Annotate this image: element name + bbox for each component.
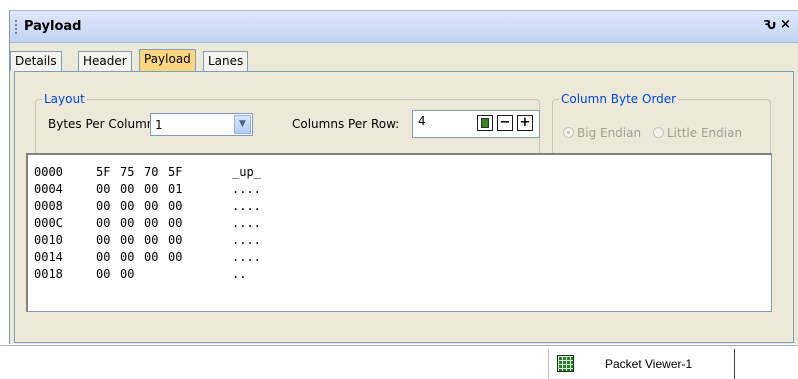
byte-order-legend: Column Byte Order	[559, 92, 679, 106]
hex-byte: 01	[168, 182, 183, 196]
divider	[0, 345, 798, 346]
hex-byte: 70	[144, 165, 159, 179]
hex-byte: 00	[120, 267, 135, 281]
hex-byte: 00	[144, 216, 159, 230]
layout-legend: Layout	[42, 92, 87, 106]
hex-byte: 00	[120, 233, 135, 247]
document-tab-label: Packet Viewer-1	[605, 357, 693, 371]
hex-byte: 00	[96, 199, 111, 213]
hex-row: 0018 00 00 ..	[34, 267, 246, 284]
bytes-per-column-select[interactable]: 1 ▼	[150, 113, 253, 136]
calculator-icon[interactable]	[477, 115, 493, 131]
hex-ascii: ....	[232, 250, 261, 264]
bytes-per-column-value: 1	[155, 118, 163, 132]
columns-per-row-stepper[interactable]: 4 − +	[412, 110, 540, 138]
hex-byte: 00	[120, 216, 135, 230]
increment-button[interactable]: +	[517, 115, 533, 131]
hex-byte: 00	[120, 250, 135, 264]
hex-byte: 00	[144, 182, 159, 196]
hex-byte: 00	[96, 250, 111, 264]
hex-byte: 00	[168, 250, 183, 264]
hex-byte: 00	[96, 216, 111, 230]
hex-row: 0008 00 00 00 00 ....	[34, 199, 261, 216]
hex-ascii: ....	[232, 199, 261, 213]
hex-byte: 5F	[168, 165, 183, 179]
little-endian-label: Little Endian	[667, 126, 743, 140]
radio-dot	[653, 127, 664, 138]
hex-ascii: _up_	[232, 165, 261, 179]
decrement-button[interactable]: −	[497, 115, 513, 131]
hex-byte: 00	[96, 267, 111, 281]
hex-ascii: ....	[232, 216, 261, 230]
chevron-down-icon[interactable]: ▼	[234, 115, 251, 134]
hex-offset: 0018	[34, 267, 63, 281]
big-endian-label: Big Endian	[577, 126, 642, 140]
columns-per-row-label: Columns Per Row:	[292, 117, 400, 131]
hex-byte: 00	[168, 199, 183, 213]
hex-row: 0014 00 00 00 00 ....	[34, 250, 261, 267]
document-tab-packet-viewer[interactable]: Packet Viewer-1	[548, 349, 735, 379]
hex-dump-view[interactable]: 0000 5F 75 70 5F _up_ 0004 00 00 00 01 .…	[26, 153, 772, 312]
columns-per-row-value[interactable]: 4	[418, 114, 426, 128]
hex-offset: 0014	[34, 250, 63, 264]
hex-byte: 00	[144, 250, 159, 264]
hex-byte: 00	[144, 233, 159, 247]
hex-offset: 0008	[34, 199, 63, 213]
hex-offset: 0004	[34, 182, 63, 196]
grid-icon	[557, 355, 574, 372]
tab-header[interactable]: Header	[78, 51, 132, 71]
tab-details[interactable]: Details	[10, 51, 62, 71]
pin-icon[interactable]: Ԅ	[763, 18, 776, 32]
close-icon[interactable]: ×	[780, 17, 791, 32]
hex-ascii: ....	[232, 233, 261, 247]
hex-ascii: ....	[232, 182, 261, 196]
hex-byte: 00	[144, 199, 159, 213]
hex-offset: 000C	[34, 216, 63, 230]
hex-row: 0004 00 00 00 01 ....	[34, 182, 261, 199]
hex-byte: 5F	[96, 165, 111, 179]
hex-row: 0010 00 00 00 00 ....	[34, 233, 261, 250]
hex-ascii: ..	[232, 267, 247, 281]
hex-byte: 00	[96, 233, 111, 247]
hex-byte: 00	[96, 182, 111, 196]
tab-payload[interactable]: Payload	[139, 49, 196, 71]
hex-offset: 0000	[34, 165, 63, 179]
drag-grip[interactable]	[15, 20, 17, 34]
hex-byte: 00	[120, 182, 135, 196]
panel-titlebar: Payload Ԅ ×	[10, 11, 798, 43]
hex-byte: 00	[168, 233, 183, 247]
panel-title: Payload	[24, 19, 82, 34]
tab-lanes[interactable]: Lanes	[203, 51, 249, 71]
hex-byte: 00	[168, 216, 183, 230]
bytes-per-column-label: Bytes Per Column:	[48, 117, 159, 131]
hex-offset: 0010	[34, 233, 63, 247]
hex-byte: 00	[120, 199, 135, 213]
hex-row: 0000 5F 75 70 5F _up_	[34, 165, 261, 182]
hex-byte: 75	[120, 165, 135, 179]
hex-row: 000C 00 00 00 00 ....	[34, 216, 261, 233]
radio-dot	[563, 127, 574, 138]
